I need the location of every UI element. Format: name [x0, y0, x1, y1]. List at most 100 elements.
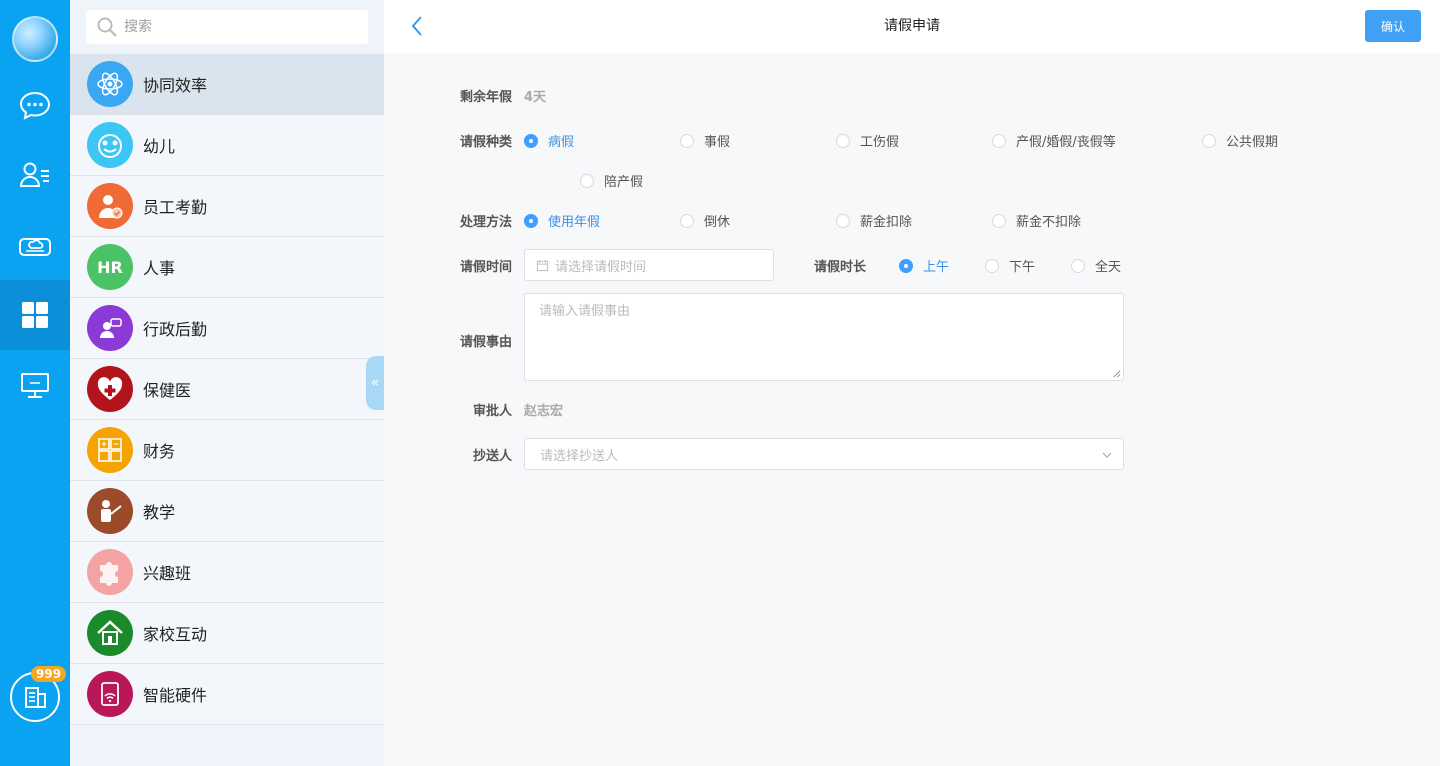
rail-cloud-drive[interactable]	[0, 210, 70, 280]
module-item-5[interactable]: 保健医	[70, 359, 384, 420]
duration-option-label: 全天	[1095, 260, 1122, 275]
child-face-icon	[87, 122, 133, 168]
rail-apps[interactable]	[0, 280, 70, 350]
duration-label: 请假时长	[814, 260, 867, 275]
module-label: 幼儿	[143, 137, 176, 156]
module-item-6[interactable]: 财务	[70, 420, 384, 481]
module-label: 员工考勤	[143, 198, 208, 217]
leave-type-option-label: 事假	[704, 135, 731, 150]
radio-dot-icon[interactable]	[985, 258, 999, 273]
leave-time-picker[interactable]: 请选择请假时间	[524, 249, 774, 281]
method-option-3[interactable]: 薪金不扣除	[992, 211, 1081, 230]
left-rail: 999	[0, 0, 70, 766]
module-label: 协同效率	[143, 76, 208, 95]
search-input[interactable]	[124, 19, 354, 35]
leave-type-option-label: 产假/婚假/丧假等	[1016, 135, 1116, 150]
cloud-drive-icon	[19, 238, 51, 256]
main-content: 请假申请 确认 剩余年假 4天 请假种类 病假 事假 工伤假 产假/婚假/丧假等 公共假…	[384, 0, 1440, 766]
teaching-icon	[87, 488, 133, 534]
reason-placeholder: 请输入请假事由	[539, 304, 631, 319]
building-icon	[25, 687, 46, 708]
radio-dot-icon[interactable]	[524, 213, 538, 228]
hr-icon: HR	[87, 244, 133, 290]
module-item-8[interactable]: 兴趣班	[70, 542, 384, 603]
module-panel: 协同效率幼儿员工考勤 HR 人事行政后勤保健医财务教学兴趣班家校互动智能硬件 «	[70, 0, 384, 766]
avatar[interactable]	[12, 16, 58, 62]
cc-select[interactable]: 请选择抄送人	[524, 438, 1124, 470]
method-option-2[interactable]: 薪金扣除	[836, 211, 912, 230]
leave-type-label: 请假种类	[459, 135, 512, 150]
radio-dot-icon[interactable]	[992, 133, 1006, 148]
annual-leave-label: 剩余年假	[459, 90, 512, 105]
cc-placeholder: 请选择抄送人	[540, 448, 619, 464]
leave-type-option-0[interactable]: 病假	[524, 131, 574, 150]
duration-option-label: 上午	[923, 260, 950, 275]
method-option-label: 使用年假	[548, 215, 601, 230]
leave-type-option-1[interactable]: 事假	[680, 131, 730, 150]
duration-option-1[interactable]: 下午	[985, 256, 1035, 275]
chat-icon	[19, 91, 51, 120]
search-box[interactable]	[86, 10, 368, 44]
chevron-down-icon	[1102, 452, 1112, 458]
radio-dot-icon[interactable]	[680, 133, 694, 148]
radio-dot-icon[interactable]	[1071, 258, 1085, 273]
confirm-button[interactable]: 确认	[1365, 10, 1421, 42]
leave-type-option-5[interactable]: 陪产假	[580, 171, 643, 190]
rail-contacts[interactable]	[0, 140, 70, 210]
leave-type-option-label: 陪产假	[604, 175, 644, 190]
radio-dot-icon[interactable]	[1202, 133, 1216, 148]
leave-type-option-3[interactable]: 产假/婚假/丧假等	[992, 131, 1116, 150]
puzzle-icon	[87, 549, 133, 595]
admin-logistics-icon	[87, 305, 133, 351]
module-label: 智能硬件	[143, 686, 208, 705]
leave-type-option-label: 病假	[548, 135, 575, 150]
duration-option-0[interactable]: 上午	[899, 256, 949, 275]
rail-chat[interactable]	[0, 70, 70, 140]
method-label: 处理方法	[459, 215, 512, 230]
method-option-label: 倒休	[704, 215, 731, 230]
module-label: 家校互动	[143, 625, 208, 644]
leave-type-option-label: 工伤假	[860, 135, 900, 150]
home-school-icon	[87, 610, 133, 656]
apps-grid-icon	[22, 302, 48, 328]
module-item-2[interactable]: 员工考勤	[70, 176, 384, 237]
approver-value: 赵志宏	[524, 404, 564, 419]
radio-dot-icon[interactable]	[992, 213, 1006, 228]
method-option-1[interactable]: 倒休	[680, 211, 730, 230]
duration-option-2[interactable]: 全天	[1071, 256, 1121, 275]
radio-dot-icon[interactable]	[524, 133, 538, 148]
atom-icon	[87, 61, 133, 107]
approver-label: 审批人	[472, 404, 512, 419]
leave-type-option-label: 公共假期	[1226, 135, 1279, 150]
app: 999 协同效率幼儿员工考勤 HR 人事行政后勤保健医财务教学兴趣班家校互动智能硬件…	[0, 0, 1440, 766]
module-item-10[interactable]: 智能硬件	[70, 664, 384, 725]
annual-leave-value: 4天	[524, 90, 547, 105]
module-list: 协同效率幼儿员工考勤 HR 人事行政后勤保健医 财务 教学 兴趣班家校互动智能硬件	[70, 54, 384, 725]
duration-option-label: 下午	[1009, 260, 1036, 275]
header: 请假申请 确认	[384, 0, 1440, 53]
method-option-0[interactable]: 使用年假	[524, 211, 600, 230]
reason-textarea[interactable]: 请输入请假事由	[524, 293, 1124, 381]
desktop-icon	[21, 373, 49, 398]
module-item-0[interactable]: 协同效率	[70, 54, 384, 115]
search-icon	[97, 17, 117, 37]
collapse-panel-button[interactable]: «	[366, 356, 384, 410]
resize-handle-icon[interactable]	[1112, 369, 1121, 378]
radio-dot-icon[interactable]	[680, 213, 694, 228]
radio-dot-icon[interactable]	[899, 258, 913, 273]
module-item-3[interactable]: HR 人事	[70, 237, 384, 298]
module-item-4[interactable]: 行政后勤	[70, 298, 384, 359]
radio-dot-icon[interactable]	[836, 213, 850, 228]
calendar-icon	[536, 259, 549, 271]
leave-type-option-4[interactable]: 公共假期	[1202, 131, 1278, 150]
module-label: 行政后勤	[143, 320, 208, 339]
double-chevron-left-icon: «	[370, 375, 380, 391]
radio-dot-icon[interactable]	[580, 173, 594, 188]
rail-desktop[interactable]	[0, 350, 70, 420]
module-item-9[interactable]: 家校互动	[70, 603, 384, 664]
module-item-7[interactable]: 教学	[70, 481, 384, 542]
module-item-1[interactable]: 幼儿	[70, 115, 384, 176]
radio-dot-icon[interactable]	[836, 133, 850, 148]
leave-time-placeholder: 请选择请假时间	[555, 259, 647, 275]
leave-type-option-2[interactable]: 工伤假	[836, 131, 899, 150]
